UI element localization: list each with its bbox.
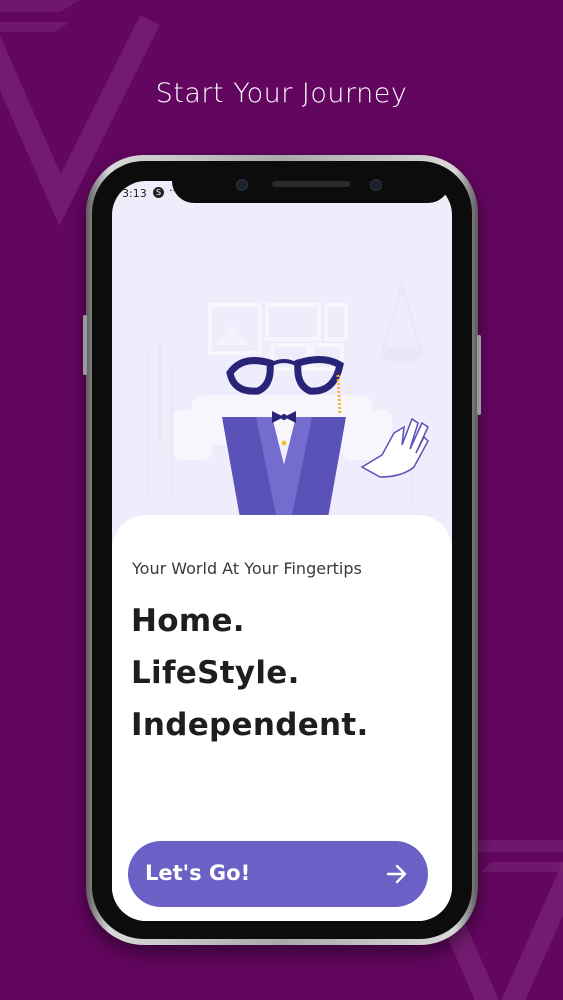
status-time: 3:13 xyxy=(122,187,147,200)
status-app-badge: S xyxy=(153,187,164,198)
camera-left xyxy=(236,179,248,191)
lets-go-label: Let's Go! xyxy=(145,861,251,885)
arrow-right-icon xyxy=(386,864,407,884)
hero-illustration xyxy=(146,279,429,529)
page-headline: Start Your Journey xyxy=(155,78,408,109)
camera-right xyxy=(370,179,382,191)
card-tagline: Your World At Your Fingertips xyxy=(132,559,362,578)
phone-notch xyxy=(172,173,450,203)
headline-line-home: Home. xyxy=(131,603,245,639)
headline-line-lifestyle: LifeStyle. xyxy=(131,655,300,691)
volume-button xyxy=(83,315,87,375)
headline-line-independent: Independent. xyxy=(131,707,369,743)
glasses-icon xyxy=(226,356,344,395)
power-button xyxy=(477,335,481,415)
phone-screen: 3:13 S ··· 77 xyxy=(112,181,452,921)
phone-frame: 3:13 S ··· 77 xyxy=(83,155,481,945)
lets-go-button[interactable]: Let's Go! xyxy=(128,841,428,907)
speaker-grille xyxy=(272,181,350,187)
